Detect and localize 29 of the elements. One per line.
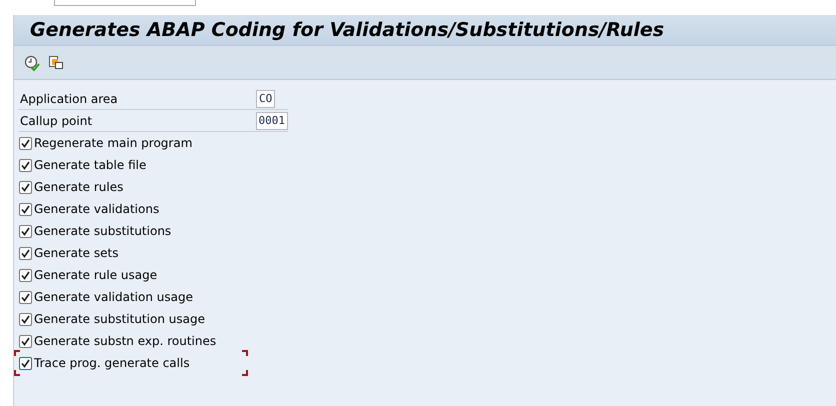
checkbox[interactable] bbox=[19, 202, 32, 216]
checkbox[interactable] bbox=[19, 136, 32, 150]
checkbox[interactable] bbox=[19, 312, 32, 326]
checkbox-label: Trace prog. generate calls bbox=[34, 356, 190, 370]
checkbox-label: Regenerate main program bbox=[34, 136, 192, 150]
checkbox[interactable] bbox=[19, 290, 32, 304]
checkbox-label: Generate substitutions bbox=[34, 224, 172, 238]
checkbox[interactable] bbox=[19, 356, 32, 370]
checkbox-label: Generate substn exp. routines bbox=[34, 334, 216, 348]
checkbox-label: Generate sets bbox=[34, 246, 118, 260]
input-field[interactable]: CO bbox=[256, 90, 276, 108]
copy-icon[interactable] bbox=[48, 54, 64, 70]
field-label: Application area bbox=[19, 92, 119, 106]
checkbox-label: Generate validations bbox=[34, 202, 160, 216]
checkbox[interactable] bbox=[19, 268, 32, 282]
execute-icon[interactable] bbox=[24, 54, 40, 70]
checkbox-label: Generate substitution usage bbox=[34, 312, 205, 326]
field-label: Callup point bbox=[19, 114, 94, 128]
checkbox[interactable] bbox=[19, 224, 32, 238]
checkbox[interactable] bbox=[19, 180, 32, 194]
checkbox-label: Generate rule usage bbox=[34, 268, 158, 282]
checkbox-label: Generate rules bbox=[34, 180, 124, 194]
checkbox-label: Generate table file bbox=[34, 158, 146, 172]
input-field[interactable]: 0001 bbox=[256, 112, 288, 130]
checkbox[interactable] bbox=[19, 158, 32, 172]
checkbox-label: Generate validation usage bbox=[34, 290, 193, 304]
window-title: Generates ABAP Coding for Validations/Substitutions/Rules bbox=[30, 19, 664, 41]
checkbox[interactable] bbox=[19, 246, 32, 260]
checkbox[interactable] bbox=[19, 334, 32, 348]
